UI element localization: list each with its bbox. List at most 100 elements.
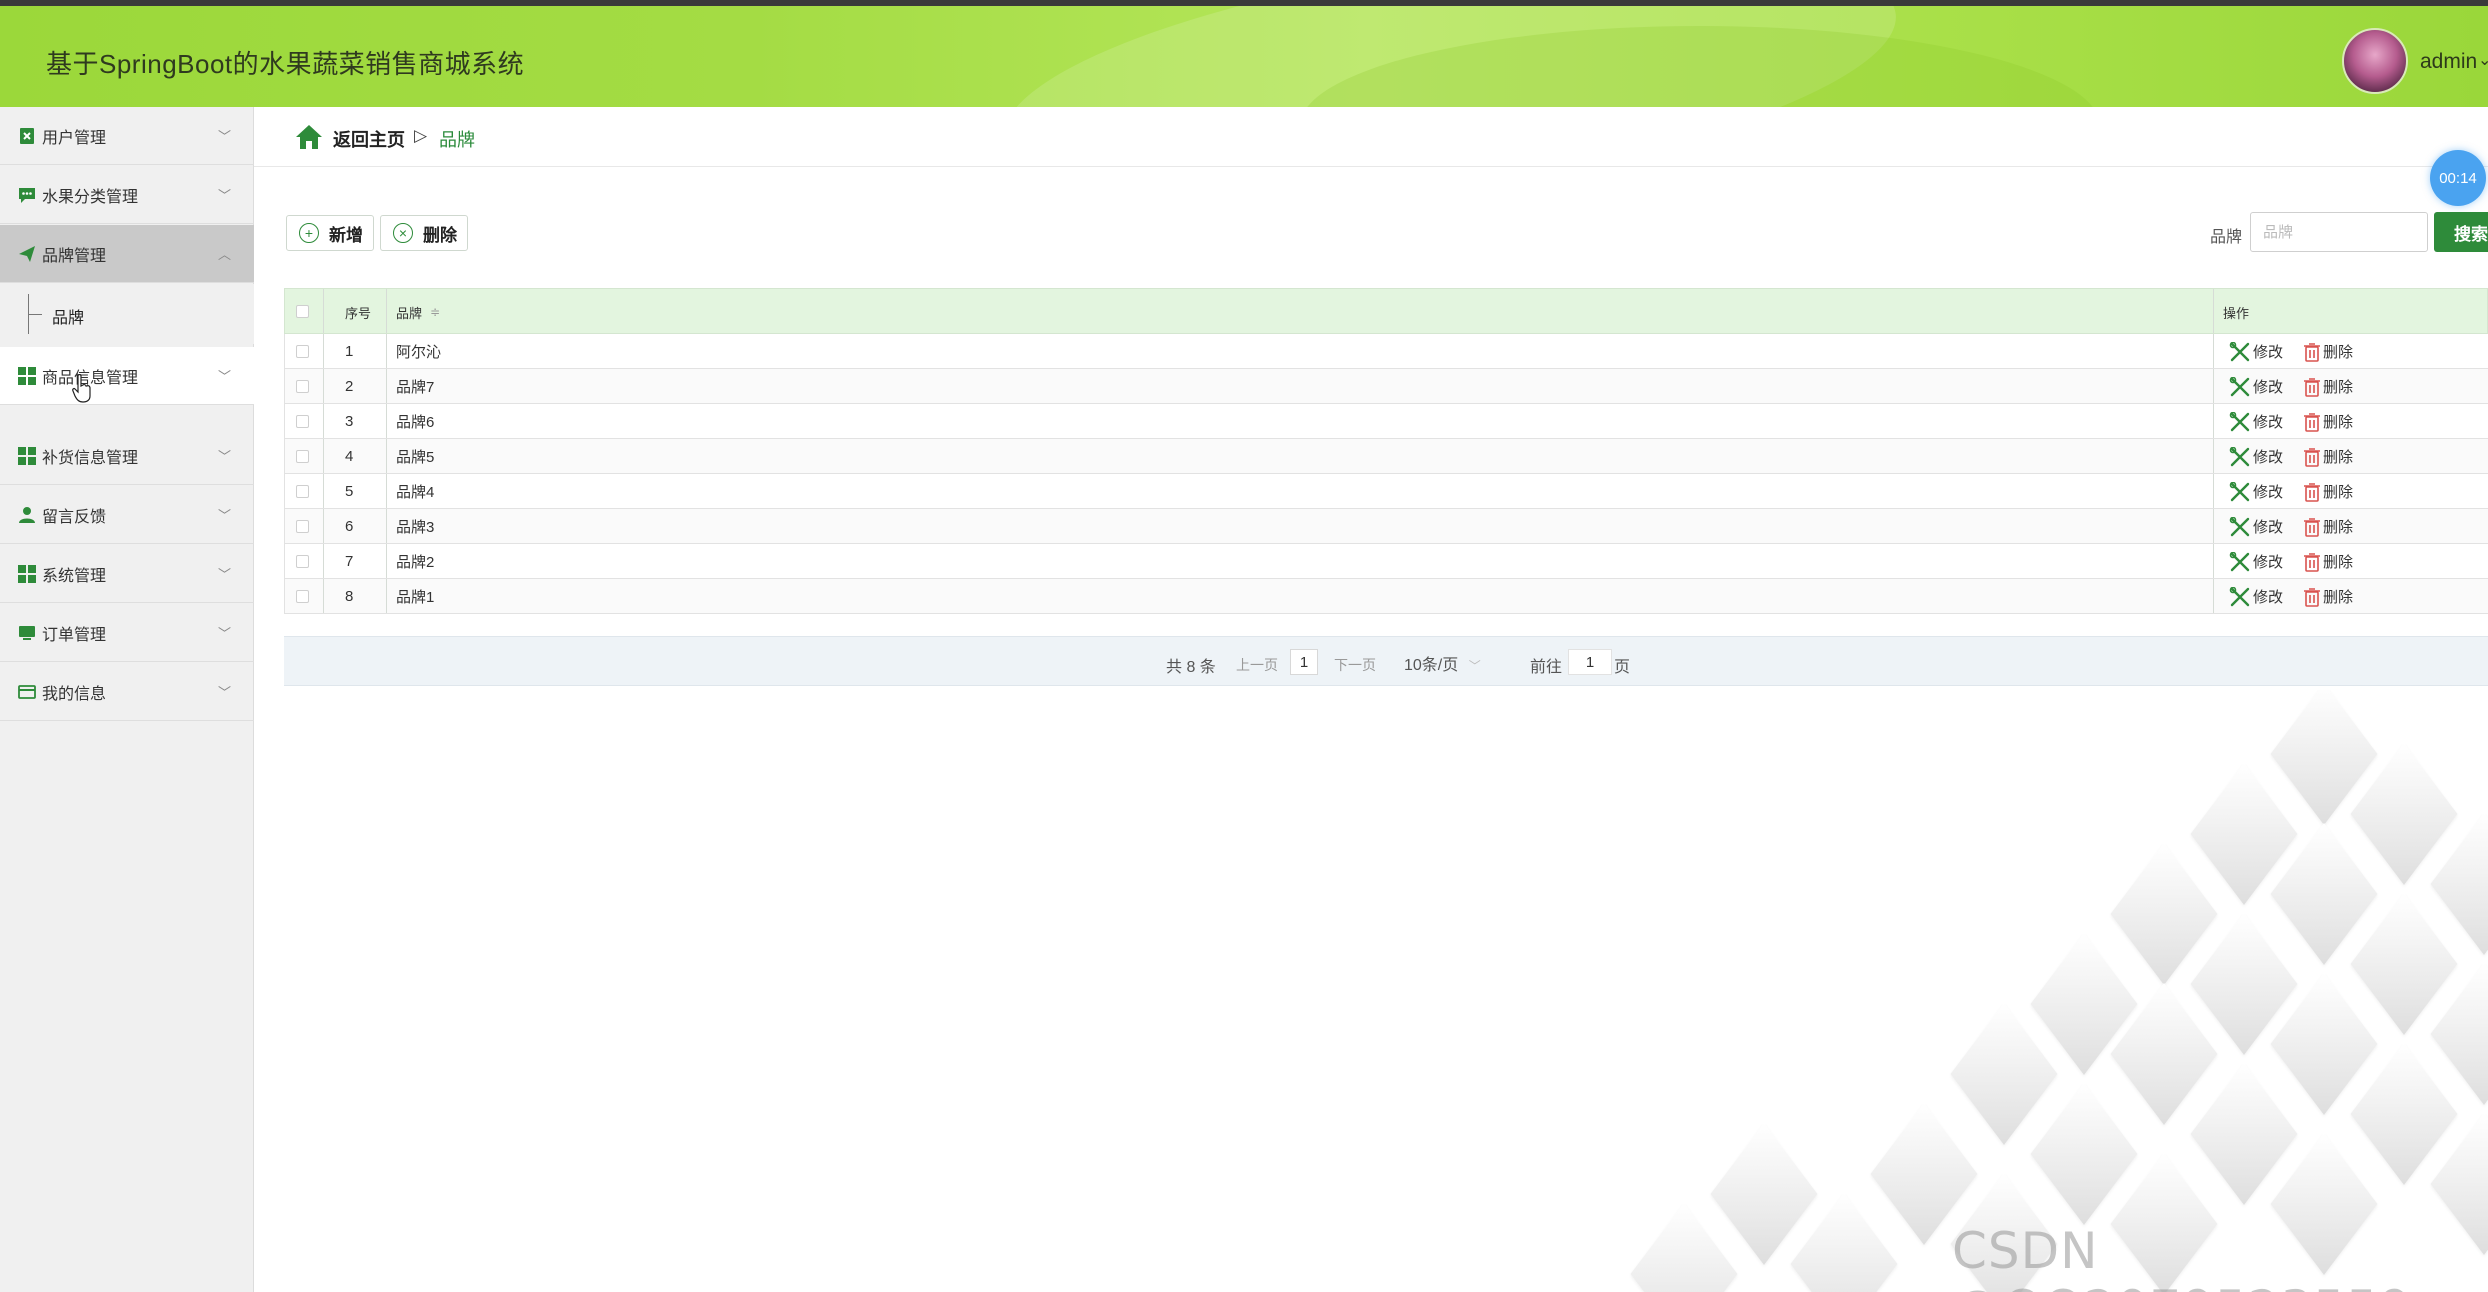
sidebar-item-label: 水果分类管理 (42, 188, 139, 206)
sidebar-item-label: 留言反馈 (42, 508, 107, 526)
edit-button[interactable]: 修改 (2229, 474, 2283, 509)
row-checkbox[interactable] (296, 450, 309, 463)
x-circle-icon: × (393, 223, 413, 243)
column-divider (2213, 544, 2214, 578)
edit-button[interactable]: 修改 (2229, 544, 2283, 579)
trash-icon (2304, 587, 2320, 607)
card-icon (18, 683, 36, 701)
prev-page-button[interactable]: 上一页 (1236, 655, 1278, 675)
row-delete-button[interactable]: 删除 (2303, 544, 2353, 579)
row-delete-button[interactable]: 删除 (2303, 579, 2353, 614)
sort-icon[interactable]: ≑ (430, 305, 440, 319)
row-index: 6 (345, 518, 354, 535)
column-divider (2213, 369, 2214, 403)
edit-button[interactable]: 修改 (2229, 579, 2283, 614)
column-divider (386, 439, 387, 473)
row-delete-button[interactable]: 删除 (2303, 509, 2353, 544)
column-divider (323, 334, 324, 368)
sidebar-item-feedback[interactable]: 留言反馈 ﹀ (0, 486, 254, 544)
breadcrumb-home-link[interactable]: 返回主页 (333, 126, 405, 152)
home-icon[interactable] (294, 123, 324, 151)
column-divider (2213, 404, 2214, 438)
recording-timer-badge[interactable]: 00:14 (2430, 150, 2486, 206)
row-index: 4 (345, 448, 354, 465)
column-header-brand[interactable]: 品牌 ≑ (396, 289, 440, 335)
column-divider (386, 369, 387, 403)
row-checkbox[interactable] (296, 415, 309, 428)
delete-button-label: 删除 (423, 225, 457, 245)
trash-icon (2304, 342, 2320, 362)
page-size-select[interactable]: 10条/页 ﹀ (1404, 651, 1481, 675)
row-delete-button[interactable]: 删除 (2303, 439, 2353, 474)
column-divider (386, 579, 387, 613)
search-label: 品牌 (2210, 229, 2243, 246)
avatar[interactable] (2342, 28, 2408, 94)
column-divider (2213, 579, 2214, 613)
user-name[interactable]: admin (2420, 50, 2477, 74)
row-index: 8 (345, 588, 354, 605)
edit-button[interactable]: 修改 (2229, 439, 2283, 474)
column-header-ops: 操作 (2223, 305, 2250, 321)
sidebar-item-my-info[interactable]: 我的信息 ﹀ (0, 663, 254, 721)
edit-button[interactable]: 修改 (2229, 369, 2283, 404)
table-row: 5 品牌4 修改 删除 (284, 474, 2488, 509)
edit-button[interactable]: 修改 (2229, 334, 2283, 369)
sidebar-item-user-management[interactable]: 用户管理 ﹀ (0, 107, 254, 165)
sidebar-item-restock-info[interactable]: 补货信息管理 ﹀ (0, 427, 254, 485)
row-brand: 品牌4 (396, 484, 435, 501)
column-header-index: 序号 (345, 305, 372, 321)
chat-icon (18, 186, 36, 204)
row-delete-button[interactable]: 删除 (2303, 474, 2353, 509)
grid-icon (18, 564, 36, 583)
user-menu-chevron-icon[interactable]: ⌄ (2478, 50, 2488, 70)
sidebar-subitem-brand[interactable]: 品牌 (0, 284, 254, 344)
page-unit-label: 页 (1614, 659, 1631, 676)
decorative-cube (2110, 843, 2218, 985)
row-delete-button[interactable]: 删除 (2303, 404, 2353, 439)
row-checkbox[interactable] (296, 380, 309, 393)
next-page-button[interactable]: 下一页 (1334, 655, 1376, 675)
sidebar-item-order-management[interactable]: 订单管理 ﹀ (0, 604, 254, 662)
edit-button-label: 修改 (2253, 379, 2284, 396)
clipboard-x-icon (18, 127, 36, 145)
trash-icon (2304, 482, 2320, 502)
table-header: 序号 品牌 ≑ 操作 (284, 288, 2488, 334)
sidebar-item-fruit-category[interactable]: 水果分类管理 ﹀ (0, 166, 254, 224)
row-checkbox[interactable] (296, 485, 309, 498)
sidebar-item-product-info[interactable]: 商品信息管理 ﹀ (0, 347, 254, 405)
row-checkbox[interactable] (296, 555, 309, 568)
tools-icon (2229, 481, 2250, 501)
select-all-checkbox[interactable] (296, 305, 309, 318)
search-button[interactable]: 搜索 (2434, 212, 2488, 252)
row-brand: 品牌1 (396, 589, 435, 606)
delete-button[interactable]: × 删除 (380, 215, 468, 251)
pagination-total: 共 8 条 (1166, 659, 1216, 676)
chevron-up-icon: ︿ (218, 247, 232, 262)
brand-search-input[interactable] (2250, 212, 2428, 252)
row-delete-button[interactable]: 删除 (2303, 334, 2353, 369)
row-checkbox[interactable] (296, 590, 309, 603)
decorative-cube (2350, 1043, 2458, 1185)
row-checkbox[interactable] (296, 520, 309, 533)
add-button[interactable]: + 新增 (286, 215, 374, 251)
goto-label: 前往 (1530, 659, 1563, 676)
row-index: 2 (345, 378, 354, 395)
column-divider (2213, 509, 2214, 543)
row-brand: 阿尔沁 (396, 344, 442, 361)
row-brand: 品牌7 (396, 379, 435, 396)
sidebar-item-system-management[interactable]: 系统管理 ﹀ (0, 545, 254, 603)
row-checkbox[interactable] (296, 345, 309, 358)
edit-button-label: 修改 (2253, 484, 2284, 501)
edit-button[interactable]: 修改 (2229, 509, 2283, 544)
edit-button[interactable]: 修改 (2229, 404, 2283, 439)
decorative-cube (2030, 1083, 2138, 1225)
goto-page-input[interactable]: 1 (1568, 649, 1612, 675)
row-delete-button[interactable]: 删除 (2303, 369, 2353, 404)
decorative-cube (1710, 1123, 1818, 1265)
background-cube-pattern (1540, 690, 2488, 1292)
current-page[interactable]: 1 (1290, 649, 1318, 675)
sidebar-item-brand-management[interactable]: 品牌管理 ︿ (0, 225, 254, 283)
table-row: 8 品牌1 修改 删除 (284, 579, 2488, 614)
edit-button-label: 修改 (2253, 554, 2284, 571)
tools-icon (2229, 376, 2250, 396)
